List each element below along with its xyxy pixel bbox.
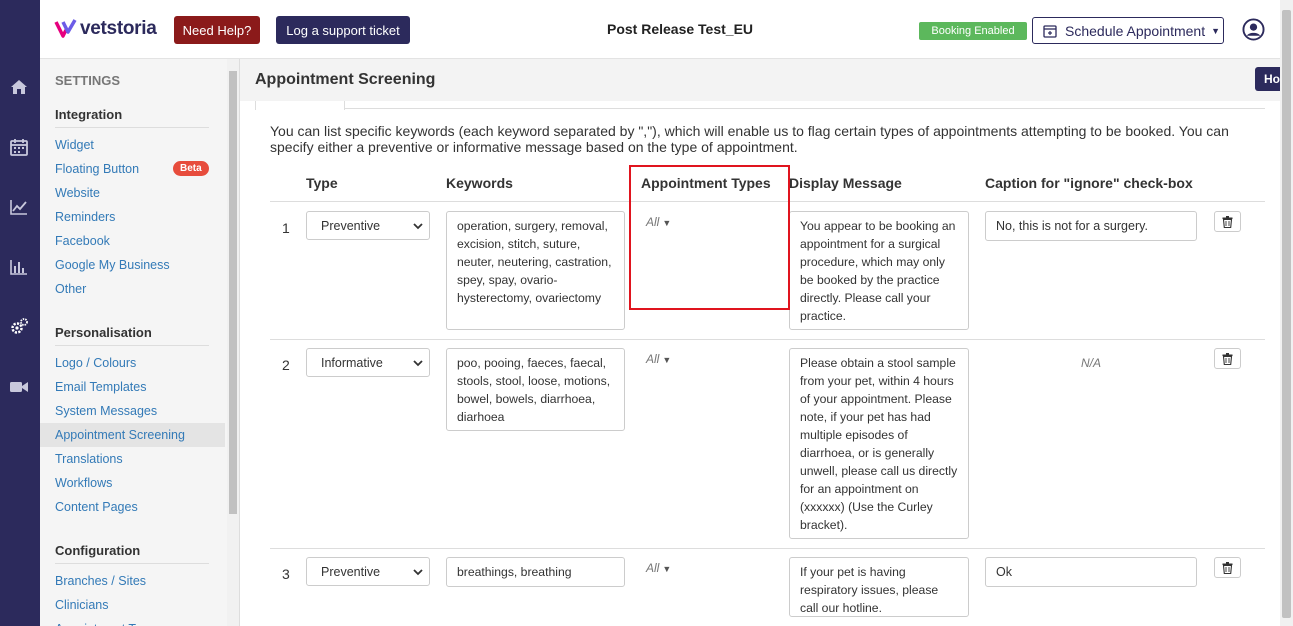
- caret-down-icon: ▼: [662, 355, 672, 365]
- page-title: Post Release Test_EU: [606, 21, 754, 37]
- caption-input[interactable]: Ok: [985, 557, 1197, 587]
- appointment-types-value: All: [646, 561, 660, 575]
- type-select[interactable]: Preventive: [306, 211, 430, 240]
- caret-down-icon: ▼: [662, 564, 672, 574]
- display-message-textarea[interactable]: If your pet is having respiratory issues…: [789, 557, 969, 617]
- keywords-textarea[interactable]: breathings, breathing: [446, 557, 625, 587]
- tab-strip: [255, 101, 1265, 109]
- column-header-type: Type: [306, 175, 338, 191]
- caret-down-icon: ▼: [1211, 25, 1221, 36]
- sidebar-item-google-my-business[interactable]: Google My Business: [40, 253, 225, 277]
- display-message-textarea[interactable]: You appear to be booking an appointment …: [789, 211, 969, 330]
- type-select-value: Preventive: [321, 218, 381, 233]
- row-number: 1: [282, 220, 290, 236]
- sidebar-item-system-messages[interactable]: System Messages: [40, 399, 225, 423]
- sidebar-item-floating-button[interactable]: Floating Button Beta: [40, 157, 225, 181]
- trash-icon: [1222, 561, 1233, 574]
- logo-text: vetstoria: [80, 18, 157, 39]
- settings-heading: SETTINGS: [55, 73, 121, 88]
- sidebar-scrollbar-thumb[interactable]: [229, 71, 237, 514]
- row-number: 3: [282, 566, 290, 582]
- vetstoria-logo[interactable]: vetstoria: [54, 17, 157, 41]
- settings-sidebar: SETTINGS Integration Widget Floating But…: [40, 59, 240, 626]
- integration-heading: Integration: [55, 107, 209, 128]
- calendar-plus-icon: [1043, 24, 1057, 38]
- main-header: Appointment Screening: [240, 59, 1280, 101]
- intro-text: You can list specific keywords (each key…: [270, 123, 1229, 155]
- sidebar-item-workflows[interactable]: Workflows: [40, 471, 225, 495]
- sidebar-item-content-pages[interactable]: Content Pages: [40, 495, 225, 519]
- section-title: Appointment Screening: [255, 71, 436, 88]
- sidebar-item-widget[interactable]: Widget: [40, 133, 225, 157]
- appointment-types-highlight: [629, 165, 790, 310]
- sidebar-item-logo-colours[interactable]: Logo / Colours: [40, 351, 225, 375]
- tab-active[interactable]: [255, 101, 345, 110]
- sidebar-item-branches-sites[interactable]: Branches / Sites: [40, 569, 225, 593]
- keywords-textarea[interactable]: operation, surgery, removal, excision, s…: [446, 211, 625, 330]
- main-content: Appointment Screening You can list speci…: [240, 59, 1280, 626]
- caption-input[interactable]: No, this is not for a surgery.: [985, 211, 1197, 241]
- type-select[interactable]: Preventive: [306, 557, 430, 586]
- beta-badge: Beta: [173, 161, 209, 176]
- type-select[interactable]: Informative: [306, 348, 430, 377]
- sidebar-item-email-templates[interactable]: Email Templates: [40, 375, 225, 399]
- type-select-value: Informative: [321, 355, 383, 370]
- configuration-heading: Configuration: [55, 543, 209, 564]
- delete-row-button[interactable]: [1214, 348, 1241, 369]
- type-select-value: Preventive: [321, 564, 381, 579]
- appointment-types-dropdown[interactable]: All ▼: [646, 561, 671, 575]
- gears-icon[interactable]: [9, 317, 29, 337]
- appointment-types-value: All: [646, 352, 660, 366]
- row-number: 2: [282, 357, 290, 373]
- trash-icon: [1222, 352, 1233, 365]
- trash-icon: [1222, 215, 1233, 228]
- sidebar-item-facebook[interactable]: Facebook: [40, 229, 225, 253]
- video-icon[interactable]: [9, 377, 29, 397]
- sidebar-item-clinicians[interactable]: Clinicians: [40, 593, 225, 617]
- column-header-display-message: Display Message: [789, 175, 902, 191]
- sidebar-item-reminders[interactable]: Reminders: [40, 205, 225, 229]
- display-message-textarea[interactable]: Please obtain a stool sample from your p…: [789, 348, 969, 539]
- calendar-icon[interactable]: [9, 137, 29, 157]
- keywords-textarea[interactable]: poo, pooing, faeces, faecal, stools, sto…: [446, 348, 625, 431]
- schedule-label: Schedule Appointment: [1065, 22, 1206, 39]
- top-bar: vetstoria Need Help? Log a support ticke…: [40, 0, 1293, 59]
- left-nav-rail: [0, 0, 40, 626]
- bar-chart-icon[interactable]: [9, 257, 29, 277]
- schedule-appointment-button[interactable]: Schedule Appointment ▼: [1032, 17, 1224, 44]
- row-divider: [270, 339, 1265, 340]
- user-account-icon[interactable]: [1242, 18, 1265, 41]
- caption-not-applicable: N/A: [1081, 356, 1102, 370]
- chevron-down-icon: [413, 223, 423, 230]
- page-scrollbar-thumb[interactable]: [1282, 10, 1291, 618]
- chart-line-icon[interactable]: [9, 197, 29, 217]
- logo-mark-icon: [54, 19, 77, 38]
- appointment-types-dropdown[interactable]: All ▼: [646, 352, 671, 366]
- chevron-down-icon: [413, 569, 423, 576]
- sidebar-item-other[interactable]: Other: [40, 277, 225, 301]
- chevron-down-icon: [413, 360, 423, 367]
- sidebar-item-label: Floating Button: [55, 162, 140, 176]
- delete-row-button[interactable]: [1214, 557, 1241, 578]
- sidebar-scrollbar[interactable]: [227, 59, 239, 626]
- row-divider: [270, 548, 1265, 549]
- sidebar-item-appointment-types[interactable]: Appointment Types: [40, 617, 225, 626]
- support-ticket-button[interactable]: Log a support ticket: [276, 16, 410, 44]
- sidebar-item-translations[interactable]: Translations: [40, 447, 225, 471]
- column-header-caption: Caption for "ignore" check-box: [985, 175, 1193, 191]
- home-icon[interactable]: [9, 77, 29, 97]
- sidebar-item-website[interactable]: Website: [40, 181, 225, 205]
- booking-status-badge[interactable]: Booking Enabled: [919, 22, 1027, 40]
- column-header-keywords: Keywords: [446, 175, 513, 191]
- sidebar-item-appointment-screening[interactable]: Appointment Screening: [40, 423, 225, 447]
- page-scrollbar[interactable]: [1280, 0, 1293, 626]
- delete-row-button[interactable]: [1214, 211, 1241, 232]
- need-help-button[interactable]: Need Help?: [174, 16, 260, 44]
- personalisation-heading: Personalisation: [55, 325, 209, 346]
